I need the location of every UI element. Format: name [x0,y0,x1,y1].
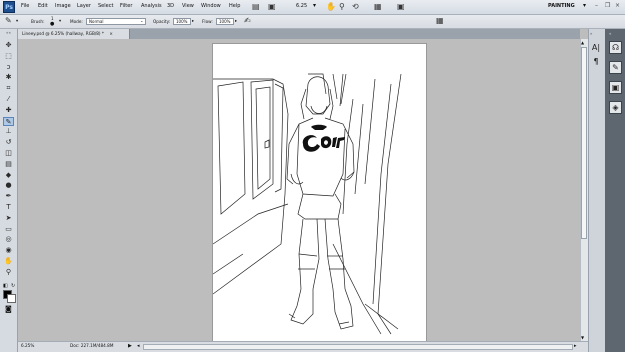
scroll-down-icon[interactable]: ▼ [581,335,584,340]
status-doc-info: Doc: 227.1M/484.8M [70,343,114,348]
brush-tool[interactable]: ✎ [3,116,14,126]
default-colors-icon[interactable]: ◧ [3,283,8,289]
mode-dropdown-icon[interactable]: ⌄ [140,18,144,23]
workspace-dropdown-icon[interactable]: ▾ [583,2,586,9]
swap-colors-icon[interactable]: ↻ [11,283,15,289]
document-canvas[interactable] [213,44,426,341]
panel-dock [605,29,625,352]
paragraph-panel-icon[interactable]: ¶ [590,56,602,68]
zoom-dropdown-icon[interactable]: ▾ [313,2,316,9]
character-panel-icon[interactable]: A| [590,42,602,54]
clone-source-panel-icon[interactable]: ▣ [609,81,622,94]
vertical-scroll-thumb[interactable] [581,47,587,239]
close-window-icon[interactable]: × [615,2,620,9]
menu-analysis[interactable]: Analysis [141,3,162,9]
expand-panels-icon[interactable]: » [590,31,592,36]
opacity-slider-icon[interactable]: ▸ [192,18,194,23]
airbrush-icon[interactable]: ✍ [244,16,251,26]
brush-dropdown-icon[interactable]: ▾ [59,18,61,23]
eyedropper-tool[interactable]: ⁄ [3,95,14,104]
menu-select[interactable]: Select [98,3,113,9]
screen-mode-icon[interactable]: ▣ [397,2,405,12]
opacity-label: Opacity: [153,19,171,24]
lasso-tool[interactable]: ↄ [3,63,14,72]
shape-tool[interactable]: ▭ [3,225,14,234]
scroll-right-icon[interactable]: ▸ [574,343,577,349]
flow-slider-icon[interactable]: ▸ [235,18,237,23]
hand-tool[interactable]: ✋ [3,257,14,266]
dodge-tool[interactable]: ● [3,181,14,190]
gradient-tool[interactable]: ▤ [3,160,14,169]
menu-edit[interactable]: Edit [38,3,48,9]
quick-select-tool[interactable]: ✱ [3,73,14,82]
hand-icon[interactable]: ✋ [326,2,336,12]
status-zoom-field[interactable]: 6.25% [21,343,34,348]
type-tool[interactable]: T [3,203,14,212]
menu-view[interactable]: View [182,3,194,9]
menu-window[interactable]: Window [201,3,221,9]
close-tab-icon[interactable]: × [109,31,113,36]
zoom-level-menu[interactable]: 6.25 [296,3,307,9]
marquee-tool[interactable]: ⬚ [3,52,14,61]
layers-panel-icon[interactable]: ◈ [609,101,622,114]
blur-tool[interactable]: ◆ [3,171,14,180]
crop-tool[interactable]: ⌗ [3,84,14,93]
background-color-swatch[interactable] [7,294,16,303]
arrange-documents-icon[interactable]: ▦ [374,2,382,12]
scroll-up-icon[interactable]: ▲ [581,40,584,45]
opacity-field[interactable]: 100% [173,18,191,25]
canvas-area[interactable] [18,39,580,341]
spot-heal-tool[interactable]: ✚ [3,106,14,115]
brush-tip-icon[interactable]: ● [50,21,54,27]
pen-tool[interactable]: ✒ [3,192,14,201]
zoom-icon[interactable]: ⚲ [339,2,345,12]
launch-bridge-icon[interactable]: ▤ [252,2,260,12]
flow-label: Flow: [202,19,213,24]
hallway-line-drawing [213,73,402,335]
menu-layer[interactable]: Layer [77,3,91,9]
document-tab-title: Lineey.psd @ 6.25% (hallway, RGB/8) * [22,31,104,36]
view-extras-icon[interactable]: ▣ [268,2,276,12]
eraser-tool[interactable]: ◫ [3,149,14,158]
3d-camera-tool[interactable]: ◉ [3,246,14,255]
brush-preset-icon[interactable]: ✎ [5,16,12,26]
zoom-tool[interactable]: ⚲ [3,268,14,277]
brushes-panel-icon[interactable]: ✎ [609,61,622,74]
menu-file[interactable]: File [21,3,29,9]
brush-preset-dropdown-icon[interactable]: ▾ [16,18,18,23]
move-tool[interactable]: ✥ [3,41,14,50]
mode-label: Mode: [70,19,83,24]
collapse-tools-icon[interactable]: «« [6,30,11,35]
scroll-left-icon[interactable]: ◂ [137,343,140,349]
status-menu-icon[interactable]: ▶ [128,343,132,349]
restore-icon[interactable]: ❐ [605,2,610,9]
brush-label: Brush: [31,19,45,24]
minimize-icon[interactable]: – [595,2,598,9]
menu-3d[interactable]: 3D [167,3,174,9]
photoshop-logo: Ps [3,1,15,13]
menu-help[interactable]: Help [229,3,240,9]
menu-image[interactable]: Image [55,3,71,9]
rotate-view-icon[interactable]: ⟲ [352,2,359,12]
mode-select[interactable]: Normal [86,18,146,25]
menu-filter[interactable]: Filter [120,3,132,9]
collapsed-panel-strip [588,29,605,352]
workspace-switcher[interactable]: PAINTING [548,3,575,9]
brush-panel-toggle-icon[interactable]: ▦ [436,16,444,26]
flow-field[interactable]: 100% [216,18,234,25]
dock-expand-icon[interactable]: « [609,31,611,36]
horizontal-scrollbar[interactable] [143,344,573,350]
tool-presets-panel-icon[interactable]: ☊ [609,41,622,54]
clone-stamp-tool[interactable]: ⊥ [3,127,14,136]
history-brush-tool[interactable]: ↺ [3,138,14,147]
document-tab[interactable]: Lineey.psd @ 6.25% (hallway, RGB/8) * × [18,29,130,39]
3d-rotate-tool[interactable]: ◎ [3,235,14,244]
path-select-tool[interactable]: ➤ [3,214,14,223]
quick-mask-icon[interactable]: ◙ [5,305,12,313]
